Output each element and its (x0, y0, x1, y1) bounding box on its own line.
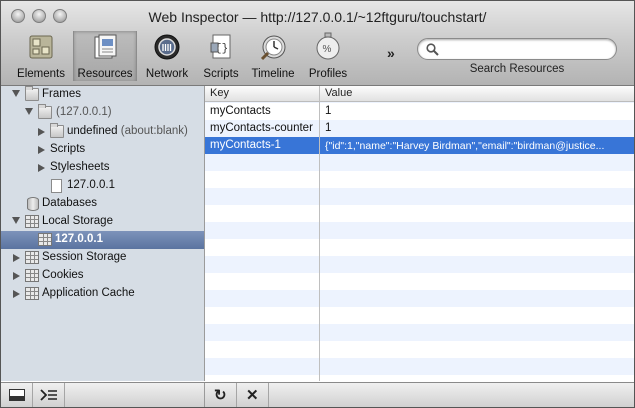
disclosure-open-icon[interactable] (25, 108, 33, 115)
table-row-selected[interactable]: myContacts-1 {"id":1,"name":"Harvey Bird… (205, 137, 634, 154)
tree-item-stylesheets[interactable]: Stylesheets (1, 159, 204, 177)
delete-item-button[interactable]: ✕ (237, 383, 269, 407)
refresh-button[interactable]: ↻ (205, 383, 237, 407)
tree-item-frames[interactable]: Frames (1, 86, 204, 104)
tree-item-document-label: 127.0.0.1 (67, 179, 115, 191)
cookie-grid-icon (25, 269, 39, 282)
row-value: 1 (325, 105, 332, 117)
tab-profiles[interactable]: % Profiles (303, 31, 353, 81)
tab-scripts[interactable]: {} Scripts (198, 31, 244, 81)
title-toolbar: Web Inspector — http://127.0.0.1/~12ftgu… (1, 1, 634, 86)
status-bar: ↻ ✕ (1, 382, 634, 407)
window-title: Web Inspector — http://127.0.0.1/~12ftgu… (148, 9, 487, 25)
timeline-icon (260, 35, 286, 61)
resources-sidebar: Frames (127.0.0.1) undefined (about:blan… (1, 86, 205, 381)
elements-icon (29, 35, 53, 59)
tab-resources[interactable]: Resources (73, 31, 137, 81)
tab-timeline[interactable]: Timeline (247, 31, 299, 81)
tree-item-local-storage-host[interactable]: 127.0.0.1 (1, 231, 204, 249)
row-value: {"id":1,"name":"Harvey Birdman","email":… (325, 140, 605, 152)
refresh-icon: ↻ (214, 387, 227, 404)
document-icon (51, 179, 62, 193)
local-storage-grid: Key Value myContacts 1 myContacts-counte… (205, 86, 634, 381)
column-divider[interactable] (319, 86, 320, 381)
tree-item-cookies-label: Cookies (42, 269, 84, 281)
row-key: myContacts-1 (210, 139, 281, 151)
tab-network-label: Network (145, 68, 189, 80)
tree-item-scripts-label: Scripts (50, 143, 86, 155)
tree-item-application-cache-label: Application Cache (42, 287, 135, 299)
search-resources-input[interactable] (417, 38, 617, 60)
tree-item-frame-host-label: (127.0.0.1) (56, 106, 112, 118)
tree-item-application-cache[interactable]: Application Cache (1, 285, 204, 303)
tree-item-databases[interactable]: Databases (1, 195, 204, 213)
svg-text:%: % (323, 44, 332, 55)
folder-icon (50, 123, 64, 138)
disclosure-closed-icon[interactable] (38, 164, 45, 172)
search-caption: Search Resources (469, 63, 565, 75)
database-icon (27, 197, 39, 211)
tree-item-session-storage[interactable]: Session Storage (1, 249, 204, 267)
undefined-frame-suffix: (about:blank) (120, 125, 188, 137)
tree-item-databases-label: Databases (42, 197, 97, 209)
tab-profiles-label: Profiles (308, 68, 348, 80)
row-value: 1 (325, 122, 332, 134)
dock-toggle-button[interactable] (1, 383, 33, 407)
disclosure-closed-icon[interactable] (38, 128, 45, 136)
profiles-icon: % (316, 32, 340, 60)
disclosure-closed-icon[interactable] (13, 272, 20, 280)
folder-icon (38, 104, 52, 119)
tree-item-frames-label: Frames (42, 88, 81, 100)
storage-grid-icon (25, 251, 39, 264)
folder-icon (25, 86, 39, 101)
tree-item-document[interactable]: 127.0.0.1 (1, 177, 204, 195)
delete-icon: ✕ (246, 387, 259, 404)
tab-scripts-label: Scripts (203, 68, 239, 80)
table-row[interactable]: myContacts-counter 1 (205, 120, 634, 137)
search-icon (426, 43, 439, 56)
tree-item-undefined-frame[interactable]: undefined (about:blank) (1, 123, 204, 141)
network-icon (154, 34, 180, 60)
undefined-frame-label: undefined (67, 125, 118, 137)
disclosure-closed-icon[interactable] (13, 254, 20, 262)
row-key: myContacts (210, 105, 271, 117)
tree-item-stylesheets-label: Stylesheets (50, 161, 110, 173)
tree-item-frame-host[interactable]: (127.0.0.1) (1, 104, 204, 122)
disclosure-open-icon[interactable] (12, 217, 20, 224)
table-row[interactable]: myContacts 1 (205, 103, 634, 120)
storage-grid-icon (38, 233, 52, 246)
tree-item-scripts[interactable]: Scripts (1, 141, 204, 159)
tab-elements[interactable]: Elements (11, 31, 71, 81)
toolbar-overflow-button[interactable]: » (387, 45, 395, 61)
tree-item-local-storage-host-label: 127.0.0.1 (55, 233, 103, 245)
dock-icon (9, 389, 25, 401)
disclosure-closed-icon[interactable] (38, 146, 45, 154)
tree-item-cookies[interactable]: Cookies (1, 267, 204, 285)
storage-grid-icon (25, 215, 39, 228)
console-toggle-button[interactable] (33, 383, 65, 407)
column-header-key[interactable]: Key (210, 87, 229, 99)
disclosure-open-icon[interactable] (12, 90, 20, 97)
row-key: myContacts-counter (210, 122, 313, 134)
tab-elements-label: Elements (17, 68, 65, 80)
web-inspector-window: Web Inspector — http://127.0.0.1/~12ftgu… (0, 0, 635, 408)
tree-item-session-storage-label: Session Storage (42, 251, 127, 263)
console-icon (40, 389, 57, 401)
resources-icon (94, 34, 117, 59)
scripts-icon: {} (210, 34, 231, 59)
tree-item-local-storage-label: Local Storage (42, 215, 113, 227)
disclosure-closed-icon[interactable] (13, 290, 20, 298)
tab-timeline-label: Timeline (251, 68, 295, 80)
column-header-value[interactable]: Value (325, 87, 352, 99)
tab-network[interactable]: Network (139, 31, 195, 81)
tree-item-local-storage[interactable]: Local Storage (1, 213, 204, 231)
app-cache-grid-icon (25, 287, 39, 300)
tab-resources-label: Resources (77, 68, 133, 80)
grid-header: Key Value (205, 86, 634, 102)
